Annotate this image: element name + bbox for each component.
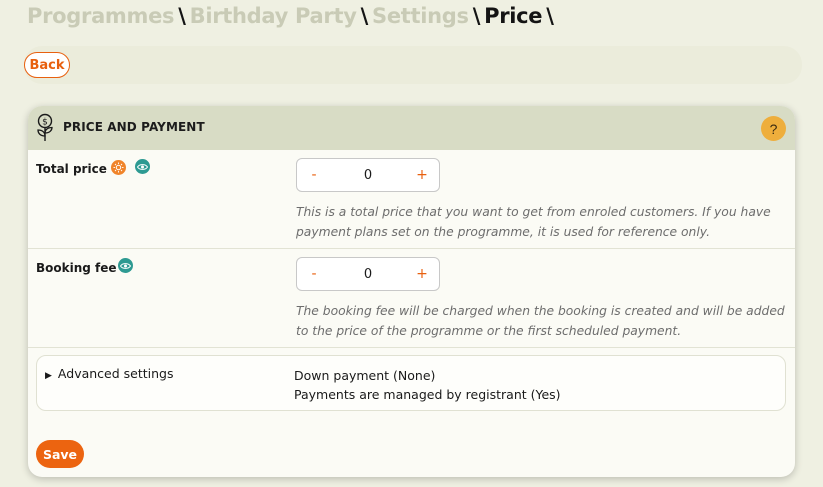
eye-icon[interactable] <box>135 159 150 174</box>
money-plant-icon: $ <box>37 113 53 141</box>
breadcrumb-separator: \ <box>360 4 369 28</box>
total-price-stepper: - + <box>296 158 440 192</box>
booking-fee-input[interactable] <box>331 265 405 283</box>
payments-managed-summary: Payments are managed by registrant (Yes) <box>294 387 561 402</box>
back-button[interactable]: Back <box>24 52 70 78</box>
increment-button[interactable]: + <box>405 266 439 282</box>
svg-text:$: $ <box>42 118 48 128</box>
booking-fee-help-text: The booking fee will be charged when the… <box>296 304 785 338</box>
top-action-bar: Back <box>24 46 802 84</box>
card-header: $ PRICE AND PAYMENT ? <box>28 106 795 150</box>
help-button[interactable]: ? <box>761 116 786 141</box>
breadcrumb-settings[interactable]: Settings <box>372 4 469 28</box>
card-title: PRICE AND PAYMENT <box>63 120 205 134</box>
down-payment-summary: Down payment (None) <box>294 368 436 383</box>
breadcrumb-price: Price <box>484 4 543 28</box>
price-and-payment-card: $ PRICE AND PAYMENT ? Total price - 0 + … <box>28 106 795 477</box>
breadcrumb-birthday-party[interactable]: Birthday Party <box>190 4 357 28</box>
booking-fee-stepper: - + <box>296 257 440 291</box>
breadcrumb-separator: \ <box>178 4 186 28</box>
booking-fee-label: Booking fee <box>36 261 117 275</box>
breadcrumb-programmes[interactable]: Programmes <box>27 4 175 28</box>
breadcrumb-separator: \ <box>472 4 481 28</box>
save-button[interactable]: Save <box>36 440 84 468</box>
advanced-settings-summary: Down payment (None) Payments are managed… <box>294 366 561 404</box>
advanced-settings-label: Advanced settings <box>57 366 174 381</box>
eye-icon[interactable] <box>118 258 133 273</box>
increment-button[interactable]: + <box>405 167 439 183</box>
total-price-row: Total price - + This is a tota <box>28 150 795 249</box>
advanced-settings-panel: ▶ Advanced settings Down payment (None) P… <box>36 355 786 411</box>
decrement-button[interactable]: - <box>297 266 331 282</box>
breadcrumb-separator: \ <box>546 4 554 28</box>
total-price-help-text: This is a total price that you want to g… <box>296 205 771 239</box>
decrement-button[interactable]: - <box>297 167 331 183</box>
total-price-input[interactable] <box>331 166 405 184</box>
sun-icon[interactable] <box>111 160 126 175</box>
breadcrumb: Programmes \ Birthday Party \ Settings \ Price… <box>27 4 558 28</box>
advanced-settings-toggle[interactable]: ▶ Advanced settings <box>45 366 174 381</box>
booking-fee-row: Booking fee - + The booking fee will be … <box>28 249 795 348</box>
triangle-right-icon: ▶ <box>45 371 52 381</box>
total-price-label: Total price <box>36 162 107 176</box>
